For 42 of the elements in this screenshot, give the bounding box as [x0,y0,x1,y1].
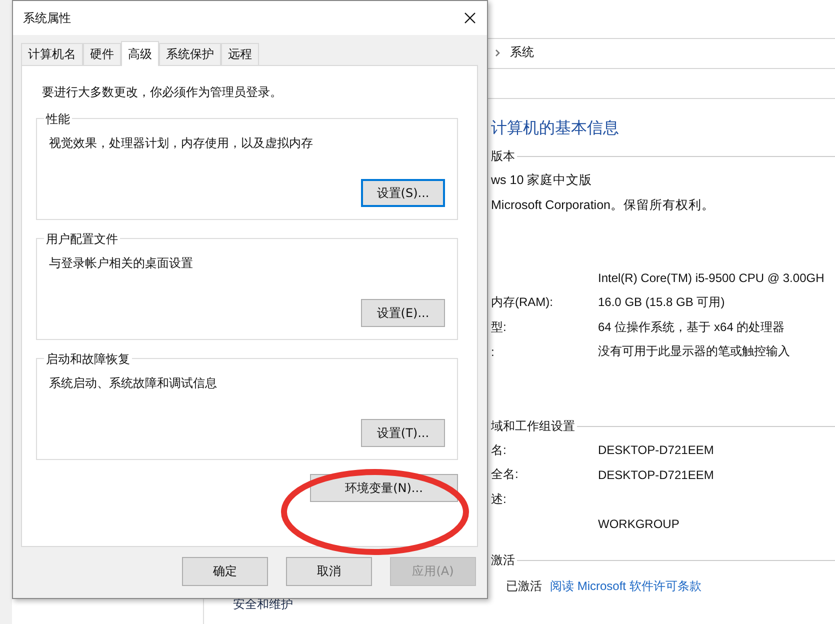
tab[interactable]: 计算机名 [21,43,83,65]
group-description: 系统启动、系统故障和调试信息 [49,375,218,392]
dialog-button[interactable]: 确定 [182,557,268,586]
close-icon[interactable] [464,12,476,24]
section-title: 域和工作组设置 [491,418,575,434]
field-label: 述: [491,492,506,506]
field-label: 型: [491,320,506,334]
tab[interactable]: 系统保护 [159,43,221,65]
chevron-icon [495,48,501,56]
field-value: DESKTOP-D721EEM [598,443,714,458]
settings-button[interactable]: 设置(T)... [361,419,445,447]
field-value: 没有可用于此显示器的笔或触控输入 [598,343,790,360]
field-value: 16.0 GB (15.8 GB 可用) [598,294,725,312]
group-description: 与登录帐户相关的桌面设置 [49,255,194,272]
group-description: 视觉效果，处理器计划，内存使用，以及虚拟内存 [49,135,314,152]
group-title: 性能 [44,111,72,128]
notice-text: 要进行大多数更改，你必须作为管理员登录。 [42,84,283,101]
group-title: 用户配置文件 [44,231,120,248]
settings-button[interactable]: 设置(E)... [361,299,445,327]
field-value: 64 位操作系统，基于 x64 的处理器 [598,318,785,336]
tab[interactable]: 高级 [121,41,159,66]
edition-text: Microsoft Corporation。保留所有权利。 [491,197,714,214]
dialog-button[interactable]: 取消 [286,557,372,586]
field-label: : [491,344,494,359]
section-title: 激活 [491,552,515,568]
section-title: 版本 [491,148,515,164]
tab[interactable]: 远程 [221,43,259,65]
group-title: 启动和故障恢复 [44,351,132,368]
tab[interactable]: 硬件 [83,43,121,65]
field-value: DESKTOP-D721EEM [598,468,714,482]
edition-text: ws 10 家庭中文版 [491,172,592,189]
field-label: 全名: [491,467,518,482]
settings-button[interactable]: 设置(S)... [361,179,445,207]
page-heading: 计算机的基本信息 [491,118,620,139]
field-value: WORKGROUP [598,516,680,531]
breadcrumb-item[interactable]: 系统 [510,44,534,61]
license-link[interactable]: 阅读 Microsoft 软件许可条款 [550,578,702,594]
activation-status: 已激活 [506,578,542,594]
field-label: 名: [491,442,506,457]
window-title: 系统属性 [23,10,71,26]
field-label: 内存(RAM): [491,295,553,310]
field-value: Intel(R) Core(TM) i5-9500 CPU @ 3.00GH [598,271,824,286]
